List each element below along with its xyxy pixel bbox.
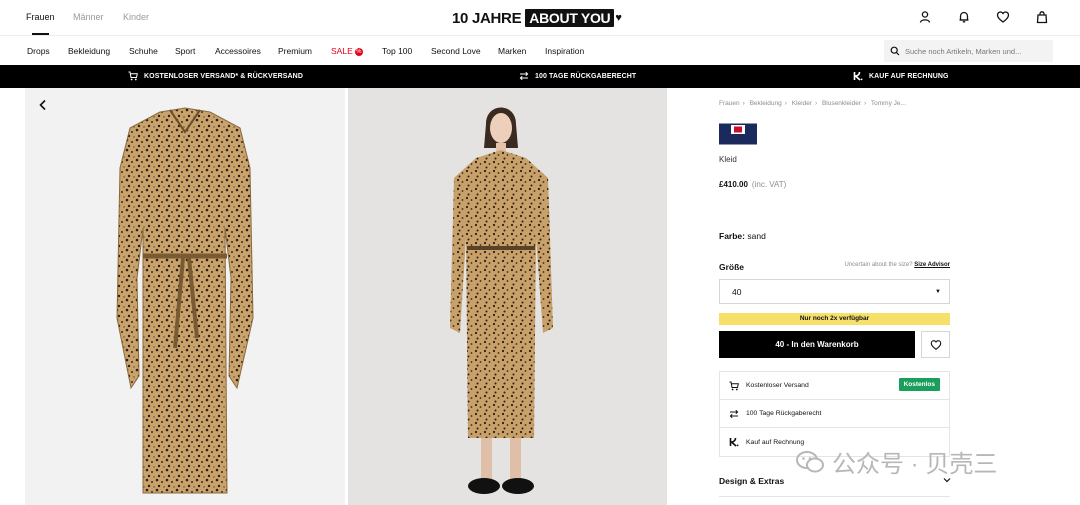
nav-item-accessories[interactable]: Accessoires (215, 46, 261, 56)
nav-item-inspiration[interactable]: Inspiration (545, 46, 584, 56)
size-hint-text: Uncertain about the size? (844, 262, 913, 268)
size-select[interactable]: 40 ▼ (719, 279, 950, 304)
search-input[interactable] (905, 46, 1050, 56)
product-title: Kleid (719, 155, 737, 164)
info-returns-text: 100 Tage Rückgaberecht (746, 410, 822, 417)
bag-icon[interactable] (1035, 10, 1049, 24)
logo-heart-icon: ♥ (615, 12, 622, 24)
klarna-icon (729, 437, 739, 447)
nav-item-top-100[interactable]: Top 100 (382, 46, 412, 56)
size-hint: Uncertain about the size? Size Advisor (844, 262, 950, 268)
model-illustration (450, 107, 553, 494)
wechat-icon (796, 450, 824, 472)
info-row-shipping: Kostenloser Versand Kostenlos (720, 372, 949, 400)
return-arrows-icon (729, 409, 739, 418)
cart-icon (128, 71, 138, 81)
gender-tab-men[interactable]: Männer (73, 12, 104, 22)
size-selected-value: 40 (732, 286, 742, 297)
design-extras-section[interactable]: Design & Extras (719, 476, 784, 486)
wishlist-button[interactable] (921, 331, 950, 358)
dress-flat-illustration (116, 107, 254, 494)
price-vat: (inc. VAT) (751, 180, 787, 189)
promo-shipping-text: KOSTENLOSER VERSAND* & RÜCKVERSAND (144, 72, 303, 80)
add-to-cart-button[interactable]: 40 - In den Warenkorb (719, 331, 915, 358)
color-info: Farbe: sand (719, 231, 766, 241)
breadcrumb-item[interactable]: Tommy Je... (871, 100, 906, 107)
watermark-text: 公众号 · 贝壳三 (832, 451, 998, 478)
breadcrumb: Frauen › Bekleidung › Kleider › Blusenkleid… (719, 100, 909, 107)
nav-item-brands[interactable]: Marken (498, 46, 526, 56)
size-label: Größe (719, 262, 745, 272)
gender-tab-kids[interactable]: Kinder (123, 12, 149, 22)
nav-item-sale-label: SALE (331, 46, 353, 56)
breadcrumb-separator: › (784, 100, 787, 107)
promo-invoice: KAUF AUF RECHNUNG (853, 71, 949, 81)
color-value: sand (747, 231, 766, 241)
breadcrumb-item[interactable]: Blusenkleider (822, 100, 861, 107)
free-shipping-badge: Kostenlos (898, 378, 940, 391)
nav-item-premium[interactable]: Premium (278, 46, 312, 56)
sale-badge: % (354, 47, 363, 56)
watermark: 公众号 · 贝壳三 (796, 444, 997, 479)
nav-item-clothing[interactable]: Bekleidung (68, 46, 110, 56)
nav-item-sport[interactable]: Sport (175, 46, 195, 56)
breadcrumb-separator: › (742, 100, 745, 107)
logo-box: ABOUT YOU (525, 9, 615, 27)
nav-item-drops[interactable]: Drops (27, 46, 50, 56)
product-image-model[interactable] (348, 88, 667, 505)
heart-icon[interactable] (996, 10, 1010, 24)
promo-returns: 100 TAGE RÜCKGABERECHT (519, 71, 636, 81)
site-logo[interactable]: 10 JAHRE ABOUT YOU ♥ (452, 7, 622, 29)
breadcrumb-item[interactable]: Bekleidung (750, 100, 782, 107)
breadcrumb-separator: › (814, 100, 818, 107)
klarna-icon (853, 71, 863, 81)
breadcrumb-item[interactable]: Frauen (719, 100, 740, 107)
logo-text: 10 JAHRE (452, 9, 522, 27)
size-advisor-link[interactable]: Size Advisor (914, 262, 950, 268)
return-arrows-icon (519, 71, 529, 81)
gender-tab-women[interactable]: Frauen (26, 12, 55, 35)
heart-icon (930, 339, 941, 350)
promo-invoice-text: KAUF AUF RECHNUNG (869, 72, 949, 80)
price-value: £410.00 (719, 180, 748, 189)
nav-item-shoes[interactable]: Schuhe (129, 46, 158, 56)
back-arrow-icon[interactable] (38, 99, 48, 111)
divider (719, 496, 950, 497)
cart-icon (729, 381, 739, 390)
promo-strip: KOSTENLOSER VERSAND* & RÜCKVERSAND 100 T… (0, 65, 1080, 88)
info-row-returns: 100 Tage Rückgaberecht (720, 400, 949, 428)
nav-item-sale[interactable]: SALE% (331, 46, 363, 56)
promo-shipping: KOSTENLOSER VERSAND* & RÜCKVERSAND (128, 71, 303, 81)
promo-returns-text: 100 TAGE RÜCKGABERECHT (535, 72, 637, 80)
top-bar: Frauen Männer Kinder 10 JAHRE ABOUT YOU … (0, 0, 1080, 36)
user-icon[interactable] (918, 10, 932, 24)
search-icon (890, 46, 900, 56)
chevron-down-icon: ▼ (935, 288, 941, 295)
color-label: Farbe: (719, 231, 745, 241)
brand-logo[interactable] (719, 121, 757, 147)
nav-item-second-love[interactable]: Second Love (431, 46, 481, 56)
breadcrumb-item[interactable]: Kleider (792, 100, 812, 107)
info-shipping-text: Kostenloser Versand (746, 382, 809, 389)
stock-notice: Nur noch 2x verfügbar (719, 313, 950, 325)
breadcrumb-separator: › (864, 100, 867, 107)
bell-icon[interactable] (957, 10, 971, 24)
search-box[interactable] (884, 40, 1053, 62)
price: £410.00 (inc. VAT) (719, 180, 786, 189)
product-image-flat[interactable] (25, 88, 345, 505)
